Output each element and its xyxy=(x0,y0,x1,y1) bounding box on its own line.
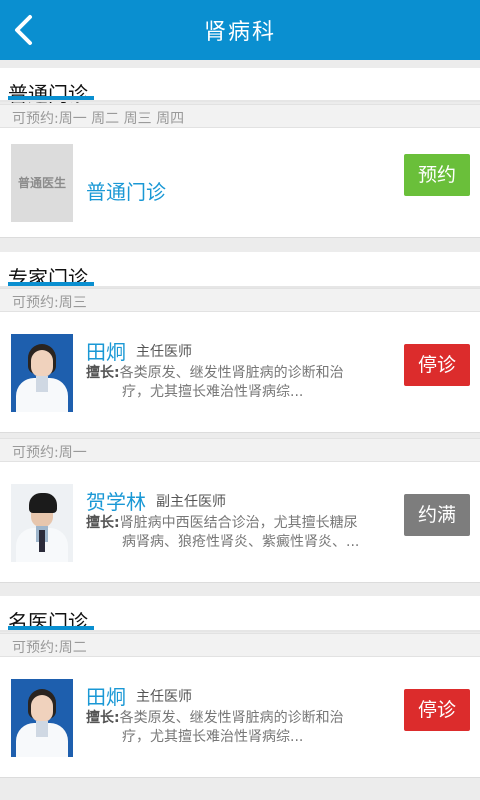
doctor-avatar xyxy=(11,334,73,412)
doctor-title: 主任医师 xyxy=(136,689,192,705)
doctor-placeholder-image: 普通医生 xyxy=(11,144,73,222)
availability-row: 可预约:周一 xyxy=(0,438,480,462)
section-header-general: 普通门诊 xyxy=(0,68,480,106)
doctor-title: 主任医师 xyxy=(136,344,192,360)
doctor-card[interactable]: 田炯 主任医师 擅长:各类原发、继发性肾脏病的诊断和治 疗，尤其擅长难治性肾病综… xyxy=(0,311,480,433)
top-bar: 肾病科 xyxy=(0,0,480,60)
availability-row: 可预约:周一 周二 周三 周四 xyxy=(0,104,480,128)
doctor-avatar xyxy=(11,484,73,562)
doctor-title: 副主任医师 xyxy=(156,494,226,510)
availability-text: 可预约:周三 xyxy=(12,295,87,311)
doctor-name: 田炯 xyxy=(86,685,126,709)
doctor-name: 田炯 xyxy=(86,340,126,364)
doctor-specialty: 擅长:肾脏病中西医结合诊治，尤其擅长糖尿 病肾病、狼疮性肾炎、紫癜性肾炎、... xyxy=(86,515,360,550)
doctor-specialty: 擅长:各类原发、继发性肾脏病的诊断和治 疗，尤其擅长难治性肾病综... xyxy=(86,365,344,400)
doctor-card[interactable]: 田炯 主任医师 擅长:各类原发、继发性肾脏病的诊断和治 疗，尤其擅长难治性肾病综… xyxy=(0,656,480,778)
book-button[interactable]: 预约 xyxy=(404,154,470,196)
availability-text: 可预约:周一 周二 周三 周四 xyxy=(12,111,185,127)
availability-row: 可预约:周二 xyxy=(0,633,480,657)
section-header-expert: 专家门诊 xyxy=(0,252,480,290)
clinic-name: 普通门诊 xyxy=(86,180,166,204)
doctor-name: 贺学林 xyxy=(86,490,146,514)
doctor-card[interactable]: 贺学林 副主任医师 擅长:肾脏病中西医结合诊治，尤其擅长糖尿 病肾病、狼疮性肾炎… xyxy=(0,461,480,583)
availability-text: 可预约:周二 xyxy=(12,640,87,656)
section-header-famous: 名医门诊 xyxy=(0,596,480,634)
suspended-button[interactable]: 停诊 xyxy=(404,689,470,731)
full-button[interactable]: 约满 xyxy=(404,494,470,536)
suspended-button[interactable]: 停诊 xyxy=(404,344,470,386)
general-clinic-card[interactable]: 普通医生 普通门诊 预约 xyxy=(0,127,480,238)
doctor-avatar xyxy=(11,679,73,757)
section-title: 普通门诊 xyxy=(8,82,88,106)
availability-text: 可预约:周一 xyxy=(12,445,87,461)
doctor-specialty: 擅长:各类原发、继发性肾脏病的诊断和治 疗，尤其擅长难治性肾病综... xyxy=(86,710,344,745)
page-title: 肾病科 xyxy=(203,20,276,45)
availability-row: 可预约:周三 xyxy=(0,288,480,312)
